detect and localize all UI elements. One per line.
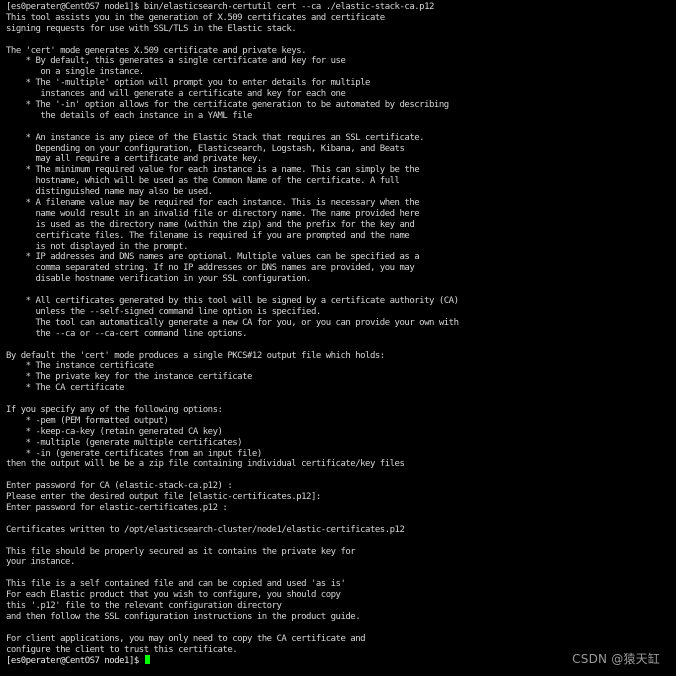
shell-prompt: [es0perater@CentOS7 node1]$	[6, 656, 144, 667]
output-line: * The '-multiple' option will prompt you…	[6, 78, 371, 89]
output-line: The 'cert' mode generates X.509 certific…	[6, 45, 307, 56]
terminal-window[interactable]: [es0perater@CentOS7 node1]$ bin/elastics…	[0, 0, 676, 676]
output-line: This file is a self contained file and c…	[6, 579, 346, 590]
output-line: Enter password for CA (elastic-stack-ca.…	[6, 481, 233, 492]
output-line: this '.p12' file to the relevant configu…	[6, 600, 282, 611]
output-line: This file should be properly secured as …	[6, 546, 356, 557]
block-cursor-icon	[144, 655, 150, 665]
output-line: * -multiple (generate multiple certifica…	[6, 437, 243, 448]
output-line: By default the 'cert' mode produces a si…	[6, 350, 385, 361]
output-line: * By default, this generates a single ce…	[6, 56, 346, 67]
output-line: * IP addresses and DNS names are optiona…	[6, 252, 420, 263]
output-line: Please enter the desired output file [el…	[6, 492, 321, 503]
output-line: may all require a certificate and privat…	[6, 154, 263, 165]
output-line: * All certificates generated by this too…	[6, 296, 459, 307]
output-line: This tool assists you in the generation …	[6, 12, 385, 23]
output-line: comma separated string. If no IP address…	[6, 263, 415, 274]
output-line: Depending on your configuration, Elastic…	[6, 143, 405, 154]
output-line: hostname, which will be used as the Comm…	[6, 176, 400, 187]
watermark: CSDN @猿天缸	[572, 652, 660, 666]
output-line: is not displayed in the prompt.	[6, 241, 189, 252]
output-line: * An instance is any piece of the Elasti…	[6, 132, 425, 143]
output-line: name would result in an invalid file or …	[6, 208, 420, 219]
output-line: The tool can automatically generate a ne…	[6, 317, 460, 328]
output-line: * A filename value may be required for e…	[6, 198, 420, 209]
output-line: Certificates written to /opt/elasticsear…	[6, 524, 405, 535]
output-line: Enter password for elastic-certificates.…	[6, 502, 228, 513]
output-line: * The CA certificate	[6, 383, 125, 394]
output-line: unless the --self-signed command line op…	[6, 306, 322, 317]
output-line: then the output will be be a zip file co…	[6, 459, 405, 470]
output-line: * -in (generate certificates from an inp…	[6, 448, 263, 459]
output-line: your instance.	[6, 557, 75, 568]
command-line: [es0perater@CentOS7 node1]$ bin/elastics…	[6, 2, 434, 12]
output-line: * The '-in' option allows for the certif…	[6, 100, 450, 111]
output-line: * -keep-ca-key (retain generated CA key)	[6, 426, 223, 437]
output-line: the --ca or --ca-cert command line optio…	[6, 328, 248, 339]
output-line: and then follow the SSL configuration in…	[6, 611, 361, 622]
output-line: * The minimum required value for each in…	[6, 165, 420, 176]
output-line: For each Elastic product that you wish t…	[6, 590, 341, 601]
output-line: on a single instance.	[6, 67, 144, 78]
output-line: If you specify any of the following opti…	[6, 404, 223, 415]
output-line: distinguished name may also be used.	[6, 187, 214, 198]
output-line: the details of each instance in a YAML f…	[6, 110, 252, 121]
output-line: is used as the directory name (within th…	[6, 219, 415, 230]
output-line: disable hostname verification in your SS…	[6, 274, 312, 285]
output-line: * The instance certificate	[6, 361, 154, 372]
terminal-output: [es0perater@CentOS7 node1]$ bin/elastics…	[6, 2, 672, 666]
output-line: instances and will generate a certificat…	[6, 89, 346, 100]
output-line: * The private key for the instance certi…	[6, 372, 253, 383]
output-line: certificate files. The filename is requi…	[6, 230, 410, 241]
output-line: * -pem (PEM formatted output)	[6, 415, 169, 426]
output-line: For client applications, you may only ne…	[6, 633, 366, 644]
output-line: signing requests for use with SSL/TLS in…	[6, 23, 297, 34]
